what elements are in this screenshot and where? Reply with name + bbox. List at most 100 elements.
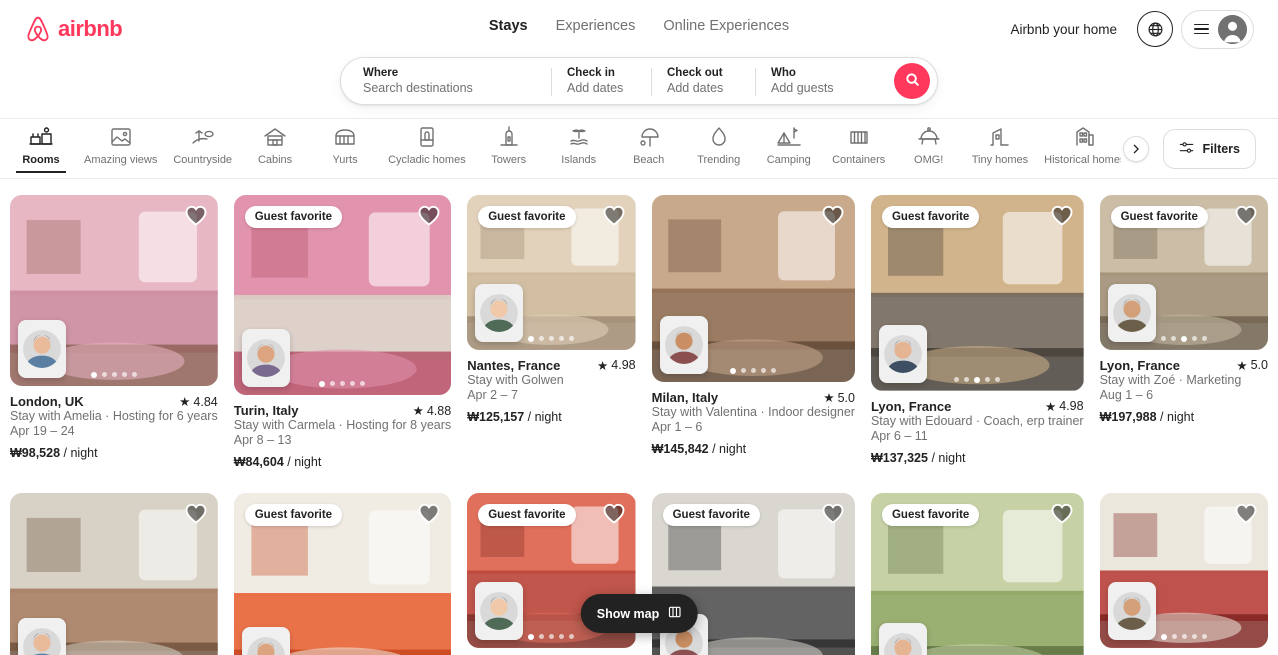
search-where-segment[interactable]: Where Search destinations — [341, 58, 551, 104]
listing-image[interactable]: Guest favorite — [870, 493, 1084, 655]
carousel-dot[interactable] — [1201, 335, 1207, 341]
host-avatar-chip[interactable] — [18, 618, 66, 655]
listing-card[interactable]: Milan, Italy ★ 5.0 Stay with Valentina · … — [651, 195, 855, 469]
category-item-countryside[interactable]: Countryside — [165, 119, 240, 167]
favorite-heart-icon[interactable] — [821, 502, 845, 524]
search-checkout-input[interactable]: Add dates — [667, 81, 739, 95]
listing-image[interactable]: Guest favorite — [467, 195, 636, 350]
category-item-omg[interactable]: OMG! — [894, 119, 964, 167]
carousel-dot[interactable] — [549, 633, 555, 639]
host-avatar-chip[interactable] — [241, 329, 290, 388]
listing-image[interactable]: Guest favorite — [1099, 195, 1268, 350]
carousel-dot[interactable] — [1191, 335, 1197, 341]
favorite-heart-icon[interactable] — [184, 204, 208, 226]
carousel-dot[interactable] — [730, 368, 737, 375]
listing-card[interactable]: Guest favorite — [870, 493, 1084, 655]
carousel-dot[interactable] — [330, 381, 336, 387]
listing-image[interactable]: Guest favorite — [233, 195, 452, 396]
category-item-rooms[interactable]: Rooms — [6, 119, 76, 173]
carousel-dot[interactable] — [1160, 633, 1167, 640]
listing-image[interactable] — [651, 195, 855, 383]
host-avatar-chip[interactable] — [878, 622, 927, 655]
carousel-dot[interactable] — [360, 381, 366, 387]
category-item-containers[interactable]: Containers — [824, 119, 894, 167]
carousel-dot[interactable] — [1181, 633, 1187, 639]
category-item-yurts[interactable]: Yurts — [310, 119, 380, 167]
user-menu-button[interactable] — [1181, 9, 1254, 49]
listing-image[interactable]: Guest favorite — [233, 493, 452, 655]
search-checkin-input[interactable]: Add dates — [567, 81, 635, 95]
carousel-dot[interactable] — [761, 368, 767, 374]
tab-stays[interactable]: Stays — [489, 18, 528, 34]
carousel-dot[interactable] — [1171, 633, 1177, 639]
airbnb-logo[interactable]: airbnb — [24, 14, 123, 44]
host-avatar-chip[interactable] — [241, 627, 290, 655]
airbnb-your-home-link[interactable]: Airbnb your home — [998, 12, 1129, 47]
carousel-dot[interactable] — [350, 381, 356, 387]
carousel-dot[interactable] — [771, 368, 777, 374]
favorite-heart-icon[interactable] — [821, 204, 845, 226]
category-item-towers[interactable]: Towers — [474, 119, 544, 167]
carousel-dot[interactable] — [569, 335, 575, 341]
carousel-dot[interactable] — [121, 372, 127, 378]
category-item-cabins[interactable]: Cabins — [240, 119, 310, 167]
listing-card[interactable] — [10, 493, 218, 655]
category-item-islands[interactable]: Islands — [544, 119, 614, 167]
carousel-dot[interactable] — [528, 335, 535, 342]
category-item-beach[interactable]: Beach — [614, 119, 684, 167]
carousel-dot[interactable] — [101, 372, 107, 378]
carousel-dot[interactable] — [1160, 335, 1166, 341]
listing-card[interactable]: London, UK ★ 4.84 Stay with Amelia · Host… — [10, 195, 218, 469]
search-submit-button[interactable] — [894, 63, 930, 99]
listing-card[interactable]: Guest favorite Turin, Italy ★ 4.88 Stay w… — [233, 195, 452, 469]
carousel-dot[interactable] — [131, 372, 137, 378]
carousel-dot[interactable] — [1170, 335, 1176, 341]
listing-card[interactable] — [1099, 493, 1268, 655]
carousel-dot[interactable] — [1180, 335, 1187, 342]
globe-icon[interactable] — [1137, 11, 1173, 47]
tab-experiences[interactable]: Experiences — [556, 18, 636, 34]
filters-button[interactable]: Filters — [1163, 128, 1256, 169]
carousel-dot[interactable] — [964, 376, 970, 382]
category-item-trending[interactable]: Trending — [684, 119, 754, 167]
carousel-dot[interactable] — [954, 376, 960, 382]
host-avatar-chip[interactable] — [475, 283, 524, 342]
carousel-dot[interactable] — [319, 381, 326, 388]
favorite-heart-icon[interactable] — [1234, 204, 1258, 226]
host-avatar-chip[interactable] — [1107, 283, 1156, 342]
carousel-dot[interactable] — [974, 376, 981, 383]
host-avatar-chip[interactable] — [18, 320, 66, 379]
carousel-dot[interactable] — [1191, 633, 1197, 639]
listing-image[interactable]: Guest favorite — [870, 195, 1084, 391]
carousel-dot[interactable] — [539, 335, 545, 341]
category-item-amazing-views[interactable]: Amazing views — [76, 119, 165, 167]
chevron-right-icon[interactable] — [1123, 135, 1150, 162]
carousel-dot[interactable] — [569, 633, 575, 639]
host-avatar-chip[interactable] — [1107, 581, 1156, 640]
host-avatar-chip[interactable] — [475, 581, 524, 640]
favorite-heart-icon[interactable] — [602, 502, 626, 524]
favorite-heart-icon[interactable] — [417, 204, 441, 226]
favorite-heart-icon[interactable] — [1050, 204, 1074, 226]
carousel-dot[interactable] — [995, 376, 1001, 382]
search-bar[interactable]: Where Search destinations Check in Add d… — [340, 57, 938, 105]
carousel-dot[interactable] — [741, 368, 747, 374]
favorite-heart-icon[interactable] — [184, 502, 208, 524]
listing-card[interactable]: Guest favorite Lyon, France ★ 4.98 Stay w… — [870, 195, 1084, 469]
carousel-dot[interactable] — [549, 335, 555, 341]
category-item-cycladic-homes[interactable]: Cycladic homes — [380, 119, 474, 167]
listing-image[interactable] — [10, 493, 218, 655]
category-scroll-container[interactable]: Rooms Amazing views Countryside Cabins Yurts… — [0, 119, 1121, 179]
tab-online-experiences[interactable]: Online Experiences — [663, 18, 789, 34]
listing-card[interactable]: Guest favorite — [233, 493, 452, 655]
category-item-camping[interactable]: Camping — [754, 119, 824, 167]
search-where-input[interactable]: Search destinations — [363, 81, 535, 95]
favorite-heart-icon[interactable] — [1234, 502, 1258, 524]
search-who-segment[interactable]: Who Add guests — [755, 58, 894, 104]
carousel-dot[interactable] — [90, 372, 97, 379]
category-item-tiny-homes[interactable]: Tiny homes — [964, 119, 1036, 167]
carousel-dot[interactable] — [340, 381, 346, 387]
listing-card[interactable]: Guest favorite Lyon, France ★ 5.0 Stay wi… — [1099, 195, 1268, 469]
carousel-dot[interactable] — [1201, 633, 1207, 639]
listing-image[interactable] — [1099, 493, 1268, 648]
